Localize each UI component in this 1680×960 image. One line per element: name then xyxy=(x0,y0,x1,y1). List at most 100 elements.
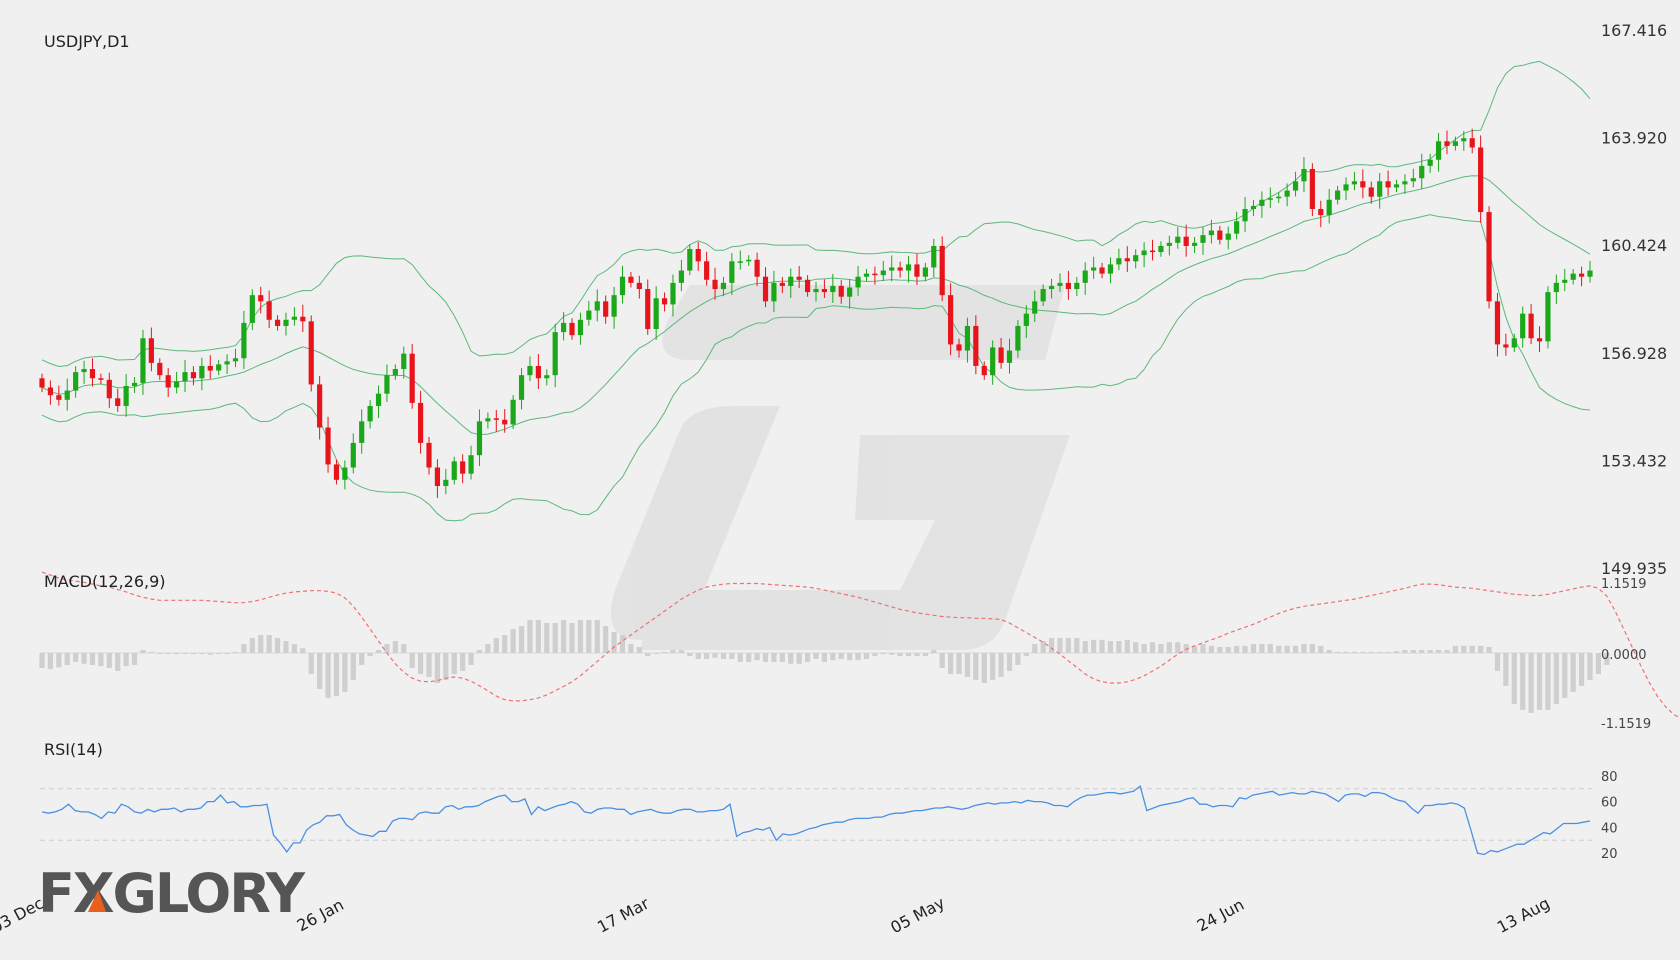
macd-histogram-bar xyxy=(813,653,819,659)
candle xyxy=(216,359,222,376)
candle xyxy=(687,244,693,276)
candle-body xyxy=(779,282,785,286)
candle xyxy=(47,380,54,405)
candle xyxy=(1494,293,1501,357)
candle xyxy=(577,312,584,345)
candle-body xyxy=(1015,325,1021,351)
macd-histogram-bar xyxy=(527,620,533,653)
candle-body xyxy=(880,270,886,276)
candle-body xyxy=(342,467,348,480)
macd-histogram-bar xyxy=(426,653,432,677)
macd-histogram-bar xyxy=(619,635,626,653)
candle xyxy=(1335,185,1341,205)
macd-histogram-bar xyxy=(266,635,272,653)
candle xyxy=(1427,153,1433,173)
candle-body xyxy=(1377,181,1383,197)
macd-histogram-bar xyxy=(838,653,844,659)
macd-histogram-bar xyxy=(317,653,323,689)
candle xyxy=(1284,183,1290,207)
candle-body xyxy=(939,245,945,296)
candle-body xyxy=(956,344,962,351)
macd-histogram-bar xyxy=(796,653,802,664)
candle-body xyxy=(1183,236,1189,246)
candle-body xyxy=(131,382,138,386)
candle xyxy=(199,357,205,391)
macd-histogram-bar xyxy=(300,648,306,653)
macd-histogram-bar xyxy=(258,635,264,653)
macd-histogram-bar xyxy=(922,653,928,656)
brand-logo: FXGLORY xyxy=(38,862,308,925)
candle-body xyxy=(905,264,912,271)
candle-body xyxy=(493,418,499,420)
macd-histogram-bar xyxy=(1553,653,1559,704)
candle-body xyxy=(1158,245,1164,253)
macd-histogram-bar xyxy=(931,650,937,653)
macd-histogram-bar xyxy=(779,653,785,662)
macd-histogram-bar xyxy=(611,632,617,653)
candle-body xyxy=(1267,198,1273,200)
candle xyxy=(796,265,802,289)
candle xyxy=(1326,188,1332,224)
candle xyxy=(123,373,129,417)
candle-body xyxy=(199,365,205,379)
candle xyxy=(628,272,634,288)
candle xyxy=(190,366,197,386)
candle xyxy=(207,355,213,379)
candle xyxy=(1133,249,1139,269)
candle-body xyxy=(1032,301,1038,314)
macd-histogram-bar xyxy=(956,653,962,674)
macd-histogram-bar xyxy=(754,653,760,661)
candle xyxy=(434,459,441,498)
candle-body xyxy=(1461,138,1467,142)
candle-body xyxy=(375,393,382,406)
candle-body xyxy=(392,369,398,376)
candle xyxy=(889,255,895,282)
macd-histogram-bar xyxy=(140,650,146,653)
candle-body xyxy=(182,372,188,382)
macd-histogram-bar xyxy=(165,653,171,655)
macd-histogram-bar xyxy=(1242,645,1248,653)
candle-body xyxy=(1528,313,1534,339)
candle-body xyxy=(1562,279,1568,283)
candle-body xyxy=(1225,233,1231,240)
candle xyxy=(241,310,247,370)
macd-histogram-bar xyxy=(880,653,886,655)
macd-histogram-bar xyxy=(241,644,247,653)
candle-body xyxy=(830,285,836,293)
macd-histogram-bar xyxy=(661,651,668,653)
candle xyxy=(1141,242,1147,268)
candle-body xyxy=(1452,141,1458,146)
macd-histogram-bar xyxy=(847,653,853,661)
candle-body xyxy=(47,387,54,396)
candle xyxy=(704,251,710,286)
candle-body xyxy=(190,372,197,379)
candle xyxy=(1217,225,1223,245)
candle-body xyxy=(1360,181,1366,188)
macd-histogram-bar xyxy=(1107,641,1114,653)
macd-histogram-bar xyxy=(1082,641,1088,653)
candle-body xyxy=(1091,267,1097,271)
candle xyxy=(417,390,424,454)
candle xyxy=(1099,262,1105,279)
candle xyxy=(1074,277,1080,297)
candle-body xyxy=(1545,292,1551,342)
macd-histogram-bar xyxy=(981,653,987,683)
macd-histogram-bar xyxy=(1309,644,1315,653)
candle xyxy=(863,269,870,282)
candle-body xyxy=(1444,141,1450,146)
candle-body xyxy=(922,267,928,277)
brand-logo-text: FXGLORY xyxy=(38,862,306,925)
candle-body xyxy=(527,365,533,376)
candle-body xyxy=(476,421,483,456)
candle xyxy=(518,368,525,410)
macd-histogram-bar xyxy=(1478,645,1484,653)
macd-histogram-bar xyxy=(89,653,96,665)
macd-histogram-bar xyxy=(283,641,289,653)
macd-histogram-bar xyxy=(468,653,474,665)
macd-histogram-bar xyxy=(1099,639,1105,653)
candle-body xyxy=(409,353,415,403)
macd-histogram-bar xyxy=(1494,653,1501,671)
macd-histogram-bar xyxy=(485,644,491,653)
macd-histogram-bar xyxy=(1250,644,1257,653)
candle xyxy=(1553,274,1559,305)
